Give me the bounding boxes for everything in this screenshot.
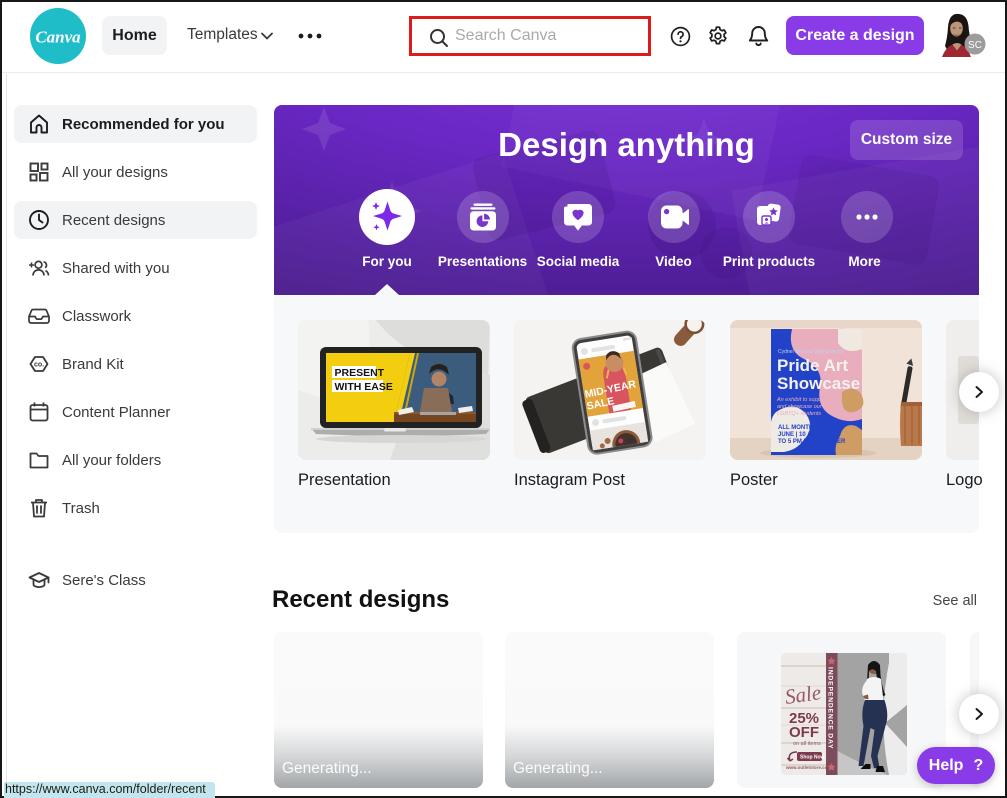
svg-text:OFF: OFF — [789, 724, 819, 741]
svg-text:Cydnei Mercery Sign projects: Cydnei Mercery Sign projects — [778, 349, 844, 355]
svg-text:Sale: Sale — [783, 680, 822, 709]
svg-text:INDEPENDENCE DAY: INDEPENDENCE DAY — [827, 667, 834, 749]
svg-text:LGBTQ+ students: LGBTQ+ students — [777, 411, 821, 417]
svg-text:An exhibit to support: An exhibit to support — [776, 397, 828, 403]
svg-text:ALL MONTH OF: ALL MONTH OF — [778, 425, 824, 431]
svg-text:PRESENT: PRESENT — [335, 367, 385, 379]
svg-text:Canva: Canva — [35, 28, 81, 47]
svg-text:SC: SC — [968, 40, 982, 51]
svg-text:JUNE | 10 AM: JUNE | 10 AM — [778, 432, 816, 438]
svg-text:Shop Now: Shop Now — [800, 755, 825, 761]
svg-text:TO 5 PM | ART CENTER: TO 5 PM | ART CENTER — [778, 439, 846, 445]
svg-text:www.outletstore.com: www.outletstore.com — [785, 765, 831, 770]
svg-text:Pride Art: Pride Art — [777, 356, 849, 375]
svg-text:on all items: on all items — [793, 741, 821, 747]
svg-text:Showcase: Showcase — [777, 374, 860, 393]
svg-text:and showcase our: and showcase our — [777, 404, 823, 410]
svg-text:co.: co. — [34, 362, 44, 369]
svg-text:WITH EASE: WITH EASE — [335, 381, 393, 393]
